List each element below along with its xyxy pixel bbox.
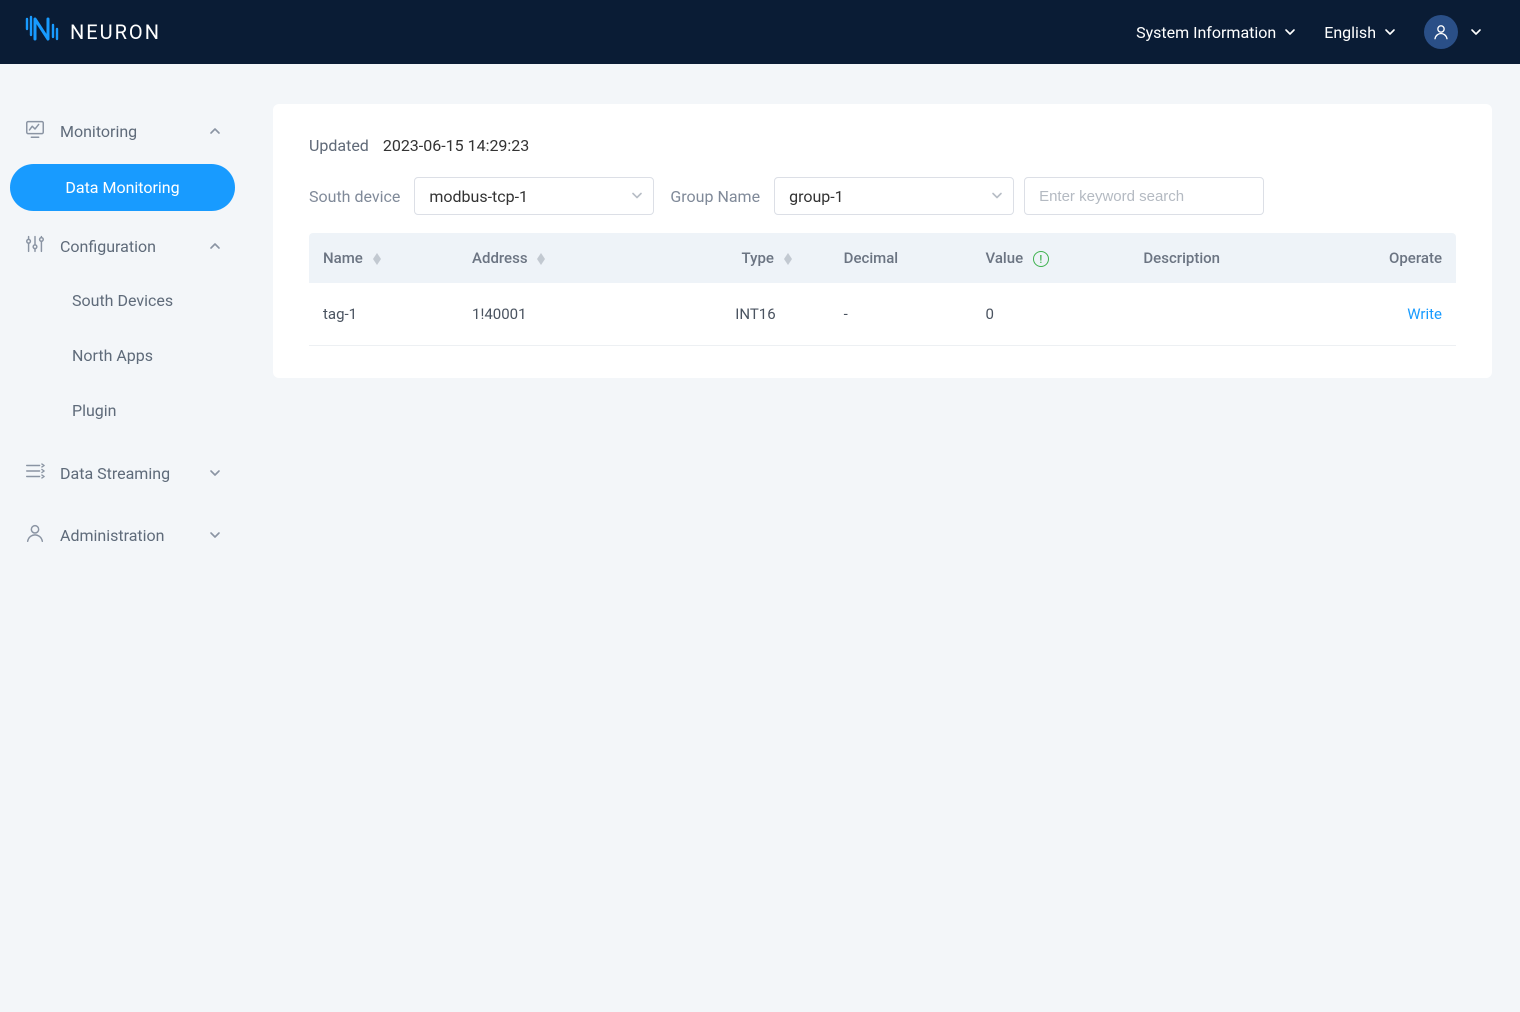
system-information-menu[interactable]: System Information <box>1122 23 1310 42</box>
nav-data-monitoring[interactable]: Data Monitoring <box>10 164 235 211</box>
topbar: NEURON System Information English <box>0 0 1520 64</box>
cell-name: tag-1 <box>309 283 460 346</box>
south-device-value: modbus-tcp-1 <box>429 187 528 206</box>
nav-data-streaming-label: Data Streaming <box>60 464 170 483</box>
nav-plugin-label: Plugin <box>72 401 117 420</box>
col-operate: Operate <box>1313 233 1456 283</box>
group-name-value: group-1 <box>789 187 844 206</box>
stream-icon <box>24 460 46 486</box>
col-value: Value ! <box>973 233 1131 283</box>
info-icon[interactable]: ! <box>1033 251 1049 267</box>
write-link[interactable]: Write <box>1407 305 1442 323</box>
south-device-label: South device <box>309 187 400 206</box>
chevron-down-icon <box>631 187 643 206</box>
chevron-up-icon <box>209 237 221 256</box>
tags-table: Name Address <box>309 233 1456 346</box>
system-information-label: System Information <box>1136 23 1276 42</box>
brand-text: NEURON <box>70 20 161 44</box>
sliders-icon <box>24 233 46 259</box>
cell-decimal: - <box>832 283 974 346</box>
group-name-label: Group Name <box>670 187 760 206</box>
group-name-select[interactable]: group-1 <box>774 177 1014 215</box>
col-name-label: Name <box>323 249 363 267</box>
nav-configuration-label: Configuration <box>60 237 156 256</box>
col-description-label: Description <box>1143 249 1220 267</box>
user-icon <box>24 522 46 548</box>
cell-address: 1!40001 <box>460 283 636 346</box>
nav-south-devices[interactable]: South Devices <box>60 273 235 328</box>
col-address[interactable]: Address <box>460 233 636 283</box>
col-value-label: Value <box>985 249 1023 267</box>
col-description: Description <box>1131 233 1313 283</box>
cell-operate: Write <box>1313 283 1456 346</box>
cell-description <box>1131 283 1313 346</box>
south-device-select[interactable]: modbus-tcp-1 <box>414 177 654 215</box>
user-avatar-icon <box>1424 15 1458 49</box>
col-type[interactable]: Type <box>636 233 832 283</box>
col-address-label: Address <box>472 249 528 267</box>
updated-label: Updated <box>309 136 369 155</box>
main-content: Updated 2023-06-15 14:29:23 South device… <box>245 64 1520 1012</box>
chevron-down-icon <box>209 526 221 545</box>
chevron-down-icon <box>1470 23 1482 42</box>
col-type-label: Type <box>742 249 774 267</box>
sort-icon <box>537 253 545 265</box>
chevron-down-icon <box>1284 23 1296 42</box>
nav-administration[interactable]: Administration <box>10 508 235 562</box>
nav-south-devices-label: South Devices <box>72 291 173 310</box>
nav-monitoring[interactable]: Monitoring <box>10 104 235 158</box>
cell-type: INT16 <box>636 283 832 346</box>
sort-icon <box>373 253 381 265</box>
sidebar: Monitoring Data Monitoring Configuration <box>0 64 245 1012</box>
language-menu[interactable]: English <box>1310 23 1410 42</box>
col-name[interactable]: Name <box>309 233 460 283</box>
nav-data-monitoring-label: Data Monitoring <box>65 178 179 197</box>
nav-monitoring-label: Monitoring <box>60 122 137 141</box>
keyword-search-input[interactable] <box>1024 177 1264 215</box>
nav-north-apps[interactable]: North Apps <box>60 328 235 383</box>
filter-row: South device modbus-tcp-1 Group Name gro… <box>309 177 1456 215</box>
col-decimal: Decimal <box>832 233 974 283</box>
logo: NEURON <box>24 15 161 49</box>
monitor-icon <box>24 118 46 144</box>
sort-icon <box>784 253 792 265</box>
chevron-down-icon <box>209 464 221 483</box>
nav-north-apps-label: North Apps <box>72 346 153 365</box>
cell-value: 0 <box>973 283 1131 346</box>
nav-configuration[interactable]: Configuration <box>10 219 235 273</box>
col-decimal-label: Decimal <box>844 249 898 267</box>
logo-icon <box>24 15 60 49</box>
chevron-up-icon <box>209 122 221 141</box>
nav-administration-label: Administration <box>60 526 165 545</box>
col-operate-label: Operate <box>1389 249 1442 267</box>
nav-data-streaming[interactable]: Data Streaming <box>10 446 235 500</box>
table-row: tag-1 1!40001 INT16 - 0 Write <box>309 283 1456 346</box>
nav-plugin[interactable]: Plugin <box>60 383 235 438</box>
updated-value: 2023-06-15 14:29:23 <box>383 136 529 155</box>
data-monitoring-panel: Updated 2023-06-15 14:29:23 South device… <box>273 104 1492 378</box>
chevron-down-icon <box>991 187 1003 206</box>
user-menu[interactable] <box>1410 15 1496 49</box>
language-label: English <box>1324 23 1376 42</box>
updated-row: Updated 2023-06-15 14:29:23 <box>309 136 1456 155</box>
chevron-down-icon <box>1384 23 1396 42</box>
